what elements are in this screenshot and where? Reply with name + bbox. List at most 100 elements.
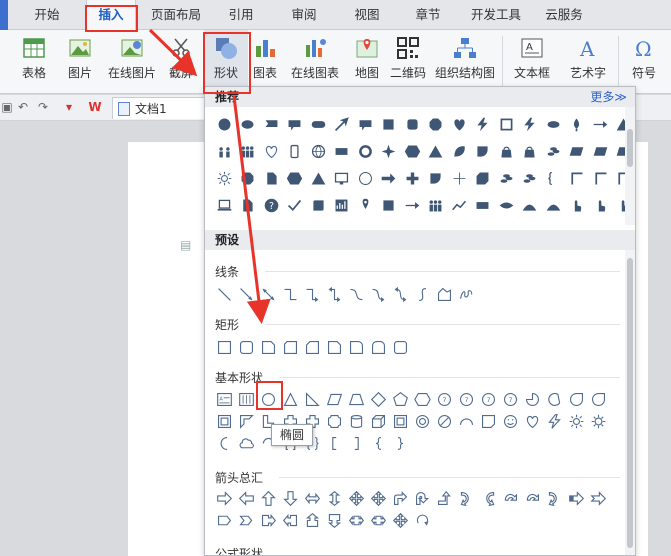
recommended-coins-icon[interactable] (519, 167, 541, 189)
arrow-arrLR-icon[interactable] (301, 487, 323, 509)
recommended-crowd-icon[interactable] (237, 140, 259, 162)
recommended-hexF-icon[interactable] (401, 140, 423, 162)
document-tab[interactable]: 文档1 (112, 97, 208, 119)
recommended-trend-icon[interactable] (448, 194, 470, 216)
wordart-button[interactable]: A 艺术字 (562, 30, 614, 94)
recommended-question-icon[interactable]: ? (260, 194, 282, 216)
recommended-slant-icon[interactable] (589, 140, 611, 162)
arrow-callU-icon[interactable] (301, 509, 323, 531)
arrow-arrQuad-icon[interactable] (389, 509, 411, 531)
recommended-cornerL-icon[interactable] (589, 167, 611, 189)
picture-button[interactable]: 图片 (58, 30, 102, 94)
recommended-mound-icon[interactable] (542, 194, 564, 216)
basic-circnum-icon[interactable]: 7 (499, 388, 521, 410)
basic-cube-icon[interactable] (367, 410, 389, 432)
recommended-chartF-icon[interactable] (331, 194, 353, 216)
recommended-doc-icon[interactable] (260, 167, 282, 189)
recommended-cornerL-icon[interactable] (566, 167, 588, 189)
arrow-arrBentUp-icon[interactable] (433, 487, 455, 509)
recommended-people-icon[interactable] (213, 140, 235, 162)
more-shapes-link[interactable]: 更多≫ (590, 87, 627, 107)
recommended-quarter-icon[interactable] (472, 140, 494, 162)
undo-icon[interactable]: ↶ (16, 100, 30, 114)
arrow-arrBent-icon[interactable] (389, 487, 411, 509)
arrow-arrCircR-icon[interactable] (521, 487, 543, 509)
recommended-oct2-icon[interactable] (237, 167, 259, 189)
arrow-callD-icon[interactable] (323, 509, 345, 531)
recommended-hand-icon[interactable] (589, 194, 611, 216)
basic-rtri-icon[interactable] (301, 388, 323, 410)
line-lineD-icon[interactable] (213, 283, 235, 305)
recommended-heartF-icon[interactable] (448, 113, 470, 135)
app-menu-button[interactable] (0, 0, 8, 30)
arrow-arrQuad-icon[interactable] (345, 487, 367, 509)
arrow-arrL-icon[interactable] (235, 487, 257, 509)
recommended-bubble-icon[interactable] (354, 113, 376, 135)
recommended-arrThin-icon[interactable] (401, 194, 423, 216)
basic-plaque-icon[interactable] (323, 410, 345, 432)
recommended-triF-icon[interactable] (307, 167, 329, 189)
rectangle-rrect-icon[interactable] (235, 336, 257, 358)
recommended-bubble-icon[interactable] (284, 113, 306, 135)
arrow-arrCurvR-icon[interactable] (455, 487, 477, 509)
basic-chord-icon[interactable] (543, 388, 565, 410)
arrow-arrNotched-icon[interactable] (587, 487, 609, 509)
arrow-callLR-icon[interactable] (345, 509, 367, 531)
arrow-arrR-icon[interactable] (213, 487, 235, 509)
recommended-hand-icon[interactable] (566, 194, 588, 216)
arrow-arrQuad-icon[interactable] (367, 487, 389, 509)
arrow-circArrow-icon[interactable] (411, 509, 433, 531)
recommended-bag-icon[interactable] (519, 140, 541, 162)
arrow-chevron-icon[interactable] (235, 509, 257, 531)
line-scurve-icon[interactable] (411, 283, 433, 305)
basic-tear-icon[interactable] (587, 388, 609, 410)
tab-view[interactable]: 视图 (344, 0, 390, 30)
rectangle-round1-icon[interactable] (345, 336, 367, 358)
recommended-pill-icon[interactable] (307, 113, 329, 135)
basic-textbox-icon[interactable]: A (213, 388, 235, 410)
recommended-globe-icon[interactable] (307, 140, 329, 162)
arrow-arrStriped-icon[interactable] (565, 487, 587, 509)
recommended-phone-icon[interactable] (284, 140, 306, 162)
online-picture-button[interactable]: 在线图片 (104, 30, 160, 94)
basic-vtext-icon[interactable] (235, 388, 257, 410)
rectangle-snipRound-icon[interactable] (301, 336, 323, 358)
arrow-pentArr-icon[interactable] (213, 509, 235, 531)
rectangle-snip1-icon[interactable] (257, 336, 279, 358)
org-chart-button[interactable]: 组织结构图 (432, 30, 498, 94)
recommended-plusF-icon[interactable] (401, 167, 423, 189)
basic-tear-icon[interactable] (565, 388, 587, 410)
recommended-heart-icon[interactable] (260, 140, 282, 162)
recommended-pin-icon[interactable] (354, 194, 376, 216)
recommended-bag-icon[interactable] (495, 140, 517, 162)
recommended-sun-icon[interactable] (213, 167, 235, 189)
tab-page-layout[interactable]: 页面布局 (144, 0, 208, 30)
recommended-sq-icon[interactable] (378, 113, 400, 135)
recommended-dropF-icon[interactable] (566, 113, 588, 135)
tab-developer[interactable]: 开发工具 (466, 0, 526, 30)
basic-arc-icon[interactable] (455, 410, 477, 432)
recommended-boltF-icon[interactable] (519, 113, 541, 135)
recommended-scrollbar[interactable] (625, 107, 635, 225)
recommended-monitor-icon[interactable] (331, 167, 353, 189)
recommended-arrThin-icon[interactable] (589, 113, 611, 135)
recommended-check-icon[interactable] (284, 194, 306, 216)
recommended-circO-icon[interactable] (354, 167, 376, 189)
rectangle-rrect-icon[interactable] (389, 336, 411, 358)
arrow-arrU-icon[interactable] (257, 487, 279, 509)
basic-para-icon[interactable] (323, 388, 345, 410)
basic-circnum-icon[interactable]: 7 (477, 388, 499, 410)
basic-fold-icon[interactable] (477, 410, 499, 432)
basic-sun-icon[interactable] (565, 410, 587, 432)
recommended-circPlain-icon[interactable] (213, 113, 235, 135)
arrow-callL-icon[interactable] (279, 509, 301, 531)
recommended-triF-icon[interactable] (425, 140, 447, 162)
tab-cloud[interactable]: 云服务 (536, 0, 592, 30)
screenshot-button[interactable]: 截屏 (160, 30, 202, 94)
customize-dropdown-icon[interactable]: ▾ (62, 100, 76, 114)
arrow-arrCurvL-icon[interactable] (477, 487, 499, 509)
basic-rbrace-icon[interactable] (389, 432, 411, 454)
basic-cloud-icon[interactable] (235, 432, 257, 454)
basic-frame-icon[interactable] (213, 410, 235, 432)
basic-bolt-icon[interactable] (543, 410, 565, 432)
